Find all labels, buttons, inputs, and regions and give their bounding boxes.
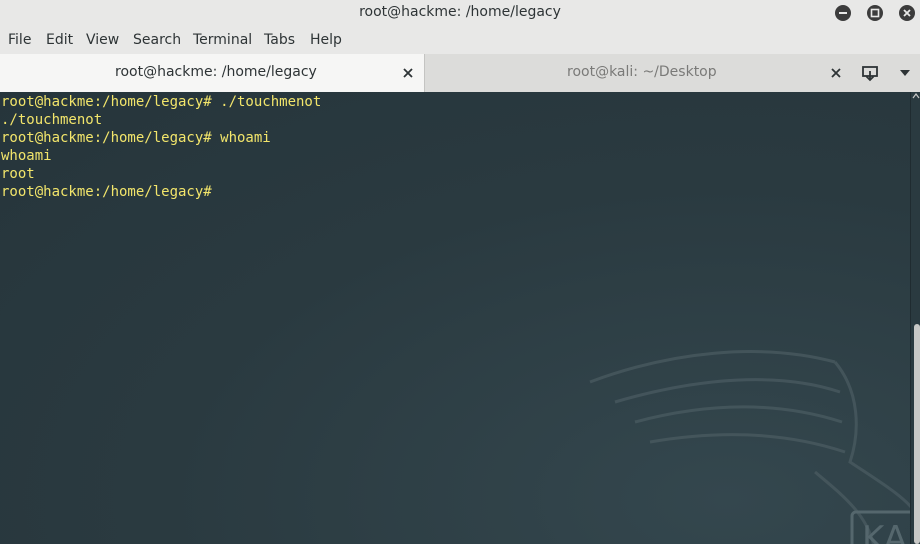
tab-label: root@kali: ~/Desktop [567, 64, 717, 80]
kali-dragon-icon: KA [589, 350, 910, 544]
menu-search[interactable]: Search [133, 32, 181, 48]
terminal-window: root@hackme: /home/legacy File Edit View… [0, 0, 920, 544]
menu-view[interactable]: View [86, 32, 119, 48]
menu-terminal[interactable]: Terminal [193, 32, 252, 48]
terminal-line: root [1, 166, 35, 182]
terminal-line: root@hackme:/home/legacy# ./touchmenot [1, 94, 322, 110]
menu-file[interactable]: File [8, 32, 31, 48]
terminal-prompt: root@hackme:/home/legacy# [1, 184, 212, 200]
terminal-line: ./touchmenot [1, 112, 103, 128]
terminal-scrollbar[interactable] [910, 92, 920, 544]
menu-edit[interactable]: Edit [46, 32, 73, 48]
close-icon [903, 9, 911, 17]
menu-bar: File Edit View Search Terminal Tabs Help [0, 26, 920, 55]
tab-hackme[interactable]: root@hackme: /home/legacy [0, 54, 425, 92]
title-bar[interactable]: root@hackme: /home/legacy [0, 0, 920, 26]
window-title: root@hackme: /home/legacy [359, 4, 561, 20]
tab-label: root@hackme: /home/legacy [115, 64, 317, 80]
terminal-line: whoami [1, 148, 52, 164]
maximize-button[interactable] [867, 5, 883, 21]
close-icon[interactable] [828, 65, 844, 81]
minimize-icon [839, 12, 847, 14]
maximize-icon [870, 8, 880, 18]
menu-help[interactable]: Help [310, 32, 342, 48]
scrollbar-thumb[interactable] [914, 324, 920, 544]
tab-kali[interactable]: root@kali: ~/Desktop [425, 54, 855, 92]
minimize-button[interactable] [835, 5, 851, 21]
close-icon[interactable] [400, 65, 416, 81]
chevron-down-icon[interactable] [898, 68, 912, 78]
terminal-area[interactable]: KA root@hackme:/home/legacy# ./touchmeno… [0, 92, 910, 544]
terminal-line: root@hackme:/home/legacy# whoami [1, 130, 271, 146]
scroll-up-arrow-icon[interactable] [912, 92, 920, 100]
new-tab-icon[interactable] [860, 64, 880, 82]
close-button[interactable] [899, 5, 915, 21]
watermark-logo-text: KA [862, 519, 907, 544]
menu-tabs[interactable]: Tabs [264, 32, 295, 48]
tab-bar: root@hackme: /home/legacy root@kali: ~/D… [0, 54, 920, 93]
